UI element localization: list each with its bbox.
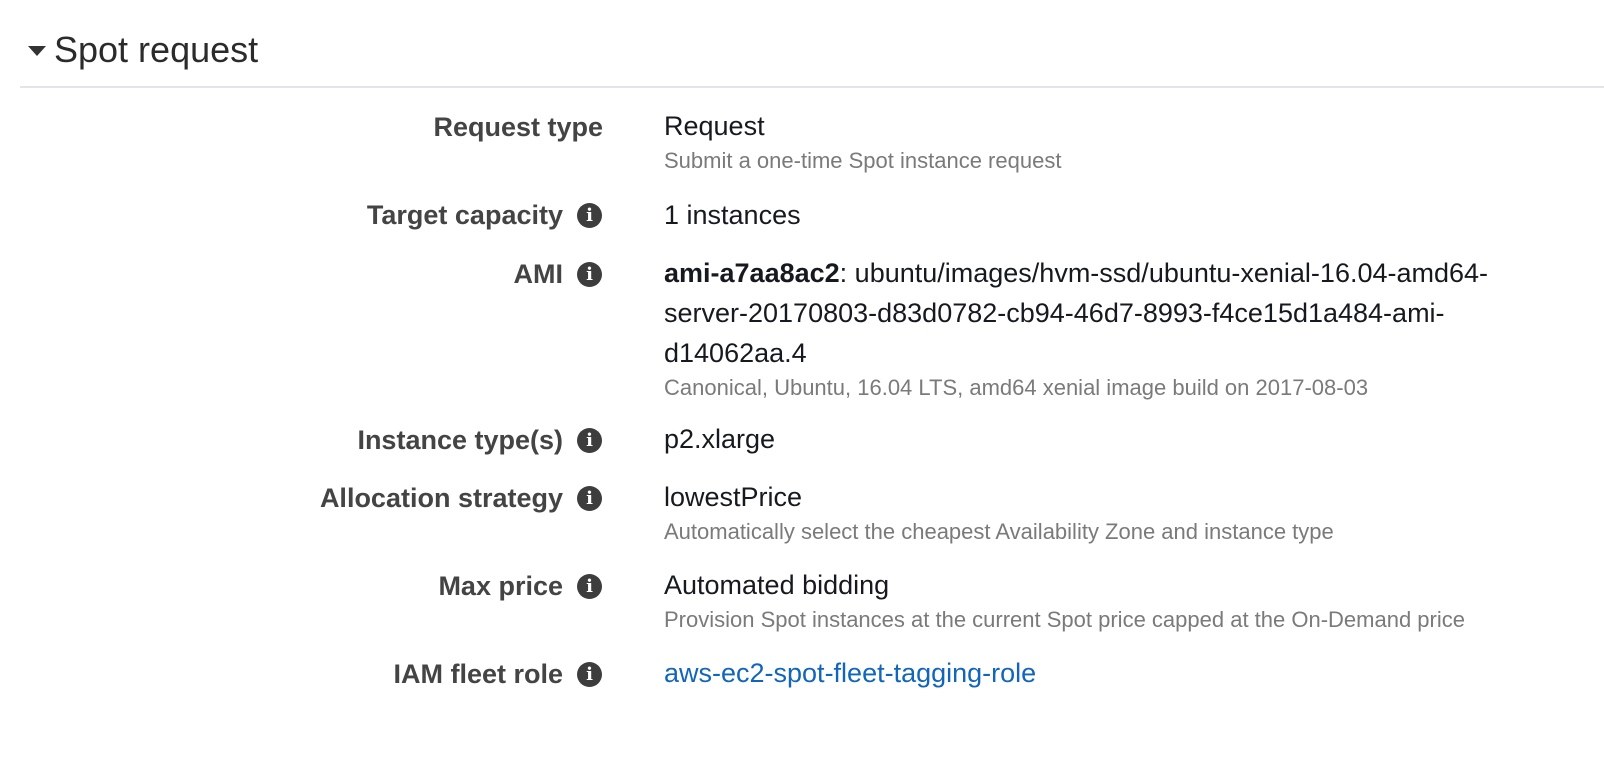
max-price-description: Provision Spot instances at the current … [664, 607, 1465, 632]
target-capacity-value: 1 instances [664, 195, 1564, 235]
instance-types-label: Instance type(s) i [357, 424, 602, 456]
ami-id: ami-a7aa8ac2 [664, 258, 840, 288]
iam-fleet-role-label: IAM fleet role i [393, 658, 602, 690]
max-price-value: Automated bidding Provision Spot instanc… [664, 565, 1564, 635]
ami-description: Canonical, Ubuntu, 16.04 LTS, amd64 xeni… [664, 375, 1369, 400]
allocation-strategy-main: lowestPrice [664, 482, 803, 512]
target-capacity-main: 1 instances [664, 200, 801, 230]
info-icon[interactable]: i [577, 661, 602, 687]
iam-fleet-role-link[interactable]: aws-ec2-spot-fleet-tagging-role [664, 658, 1036, 688]
ami-name-line3: d14062aa.4 [664, 338, 807, 368]
target-capacity-label: Target capacity i [367, 199, 602, 231]
instance-types-main: p2.xlarge [664, 424, 776, 454]
ami-label: AMI i [514, 258, 602, 290]
request-type-label: Request type [433, 112, 603, 142]
section-title: Spot request [54, 29, 259, 70]
info-icon[interactable]: i [577, 485, 602, 511]
request-type-description: Submit a one-time Spot instance request [664, 148, 1062, 173]
info-icon[interactable]: i [577, 427, 602, 453]
ami-main: ami-a7aa8ac2: ubuntu/images/hvm-ssd/ubun… [664, 253, 1564, 293]
request-type-main: Request [664, 111, 765, 141]
request-type-value: Request Submit a one-time Spot instance … [664, 106, 1564, 176]
ami-name-line1: ubuntu/images/hvm-ssd/ubuntu-xenial-16.0… [847, 258, 1489, 288]
max-price-main: Automated bidding [664, 570, 890, 600]
allocation-strategy-label: Allocation strategy i [320, 482, 602, 514]
info-icon[interactable]: i [577, 202, 602, 228]
info-icon[interactable]: i [577, 573, 602, 599]
info-icon[interactable]: i [577, 261, 602, 287]
instance-types-value: p2.xlarge [664, 419, 1564, 459]
caret-down-icon[interactable] [28, 46, 46, 56]
allocation-strategy-description: Automatically select the cheapest Availa… [664, 519, 1334, 544]
allocation-strategy-value: lowestPrice Automatically select the che… [664, 477, 1564, 547]
max-price-label: Max price i [438, 570, 602, 602]
ami-name-line2: server-20170803-d83d0782-cb94-46d7-8993-… [664, 298, 1445, 328]
section-header[interactable]: Spot request [20, 0, 1604, 88]
ami-value: ami-a7aa8ac2: ubuntu/images/hvm-ssd/ubun… [664, 253, 1564, 403]
iam-fleet-role-value: aws-ec2-spot-fleet-tagging-role [664, 653, 1564, 693]
